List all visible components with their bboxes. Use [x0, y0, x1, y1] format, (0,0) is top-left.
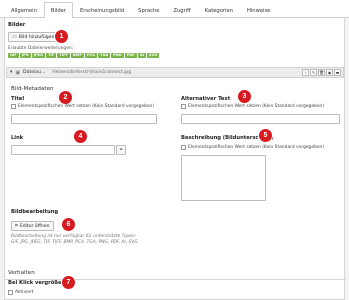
- format-badge: PCX: [84, 53, 98, 58]
- description-override-row: Elementspezifischen Wert setzen (Kein St…: [181, 145, 324, 150]
- tab-zugriff[interactable]: Zugriff: [166, 3, 197, 17]
- format-badge: AI: [137, 53, 146, 58]
- tab-allgemein[interactable]: Allgemein: [4, 3, 44, 17]
- file-title: Dateiau...: [23, 70, 46, 75]
- description-override-checkbox[interactable]: [181, 145, 186, 150]
- info-icon[interactable]: i: [302, 69, 309, 76]
- format-badges: GIF JPG JPEG TIF TIFF BMP PCX TGA PNG PD…: [8, 53, 160, 58]
- format-badge: PDF: [124, 53, 137, 58]
- collapse-icon[interactable]: ▾: [10, 70, 12, 75]
- images-label: Bilder: [8, 22, 26, 28]
- editing-label: Bildbearbeitung: [11, 209, 59, 215]
- description-override-text: Elementspezifischen Wert setzen (Kein St…: [188, 145, 325, 150]
- marker-4: 4: [74, 130, 87, 143]
- marker-7: 7: [62, 276, 75, 289]
- title-override-checkbox[interactable]: [11, 104, 16, 109]
- tab-bilder[interactable]: Bilder: [43, 2, 73, 18]
- folder-icon: ▭: [12, 34, 17, 40]
- allowed-extensions-label: Erlaubte Dateierweiterungen:: [8, 46, 74, 51]
- format-badge: TGA: [98, 53, 111, 58]
- tab-hinweise[interactable]: Hinweise: [240, 3, 277, 17]
- behaviour-heading: Verhalten: [8, 270, 35, 276]
- marker-3: 3: [238, 90, 251, 103]
- title-override-text: Elementspezifischen Wert setzen (Kein St…: [18, 104, 155, 109]
- alt-override-text: Elementspezifischen Wert setzen (Kein St…: [188, 104, 325, 109]
- metadata-heading: Bild-Metadaten: [11, 86, 54, 92]
- link-icon: ⚭: [118, 147, 124, 153]
- link-browser-button[interactable]: ⚭: [116, 145, 126, 155]
- format-badge: GIF: [8, 53, 19, 58]
- file-actions: i ✎ 🗑 ◉ ▬: [302, 69, 341, 76]
- marker-2: 2: [59, 91, 72, 104]
- tab-bar: Allgemein Bilder Erscheinungsbild Sprach…: [0, 0, 349, 18]
- title-input[interactable]: [11, 114, 157, 124]
- alt-text-input[interactable]: [181, 114, 340, 124]
- add-image-label: Bild hinzufügen: [18, 34, 55, 40]
- edit-icon[interactable]: ✎: [310, 69, 317, 76]
- format-badge: TIFF: [57, 53, 71, 58]
- file-name: Heinersdorferstr-Vision1connect.jpg: [52, 70, 131, 75]
- title-override-row: Elementspezifischen Wert setzen (Kein St…: [11, 104, 154, 109]
- tab-kategorien[interactable]: Kategorien: [198, 3, 240, 17]
- marker-6: 6: [62, 218, 75, 231]
- format-badge: BMP: [71, 53, 84, 58]
- add-image-button[interactable]: ▭ Bild hinzufügen: [8, 32, 59, 42]
- crop-icon: ⌗: [15, 223, 18, 229]
- alt-text-label: Alternativer Text: [181, 96, 231, 102]
- format-badge: JPEG: [31, 53, 46, 58]
- tab-erscheinungsbild[interactable]: Erscheinungsbild: [73, 3, 131, 17]
- enlarge-active-text: Aktiviert: [15, 290, 34, 295]
- visibility-icon[interactable]: ◉: [326, 69, 333, 76]
- enlarge-label: Bei Klick vergrößern: [8, 280, 68, 286]
- title-label: Titel: [11, 96, 25, 102]
- format-badge: JPG: [19, 53, 31, 58]
- drag-handle-icon[interactable]: ▬: [334, 69, 341, 76]
- enlarge-active-checkbox[interactable]: [8, 290, 13, 295]
- enlarge-active-row: Aktiviert: [8, 290, 34, 295]
- description-textarea[interactable]: [181, 155, 266, 201]
- link-input[interactable]: [11, 145, 115, 155]
- format-badge: SVG: [147, 53, 160, 58]
- marker-5: 5: [259, 129, 272, 142]
- editing-hint-line2: GIF, JPG, JPEG, TIF, TIFF, BMP, PCX, TGA…: [11, 240, 138, 245]
- tab-sprache[interactable]: Sprache: [131, 3, 166, 17]
- images-panel: Bilder ▭ Bild hinzufügen 1 Erlaubte Date…: [4, 18, 346, 300]
- alt-override-row: Elementspezifischen Wert setzen (Kein St…: [181, 104, 324, 109]
- format-badge: TIF: [46, 53, 57, 58]
- alt-override-checkbox[interactable]: [181, 104, 186, 109]
- open-editor-button[interactable]: ⌗ Editor öffnen: [11, 221, 54, 231]
- open-editor-label: Editor öffnen: [19, 223, 50, 229]
- delete-icon[interactable]: 🗑: [318, 69, 325, 76]
- image-file-bar[interactable]: ▾ ▣ Dateiau... Heinersdorferstr-Vision1c…: [6, 67, 344, 78]
- link-label: Link: [11, 135, 24, 141]
- image-thumbnail-icon: ▣: [15, 69, 21, 76]
- marker-1: 1: [55, 30, 68, 43]
- format-badge: PNG: [111, 53, 124, 58]
